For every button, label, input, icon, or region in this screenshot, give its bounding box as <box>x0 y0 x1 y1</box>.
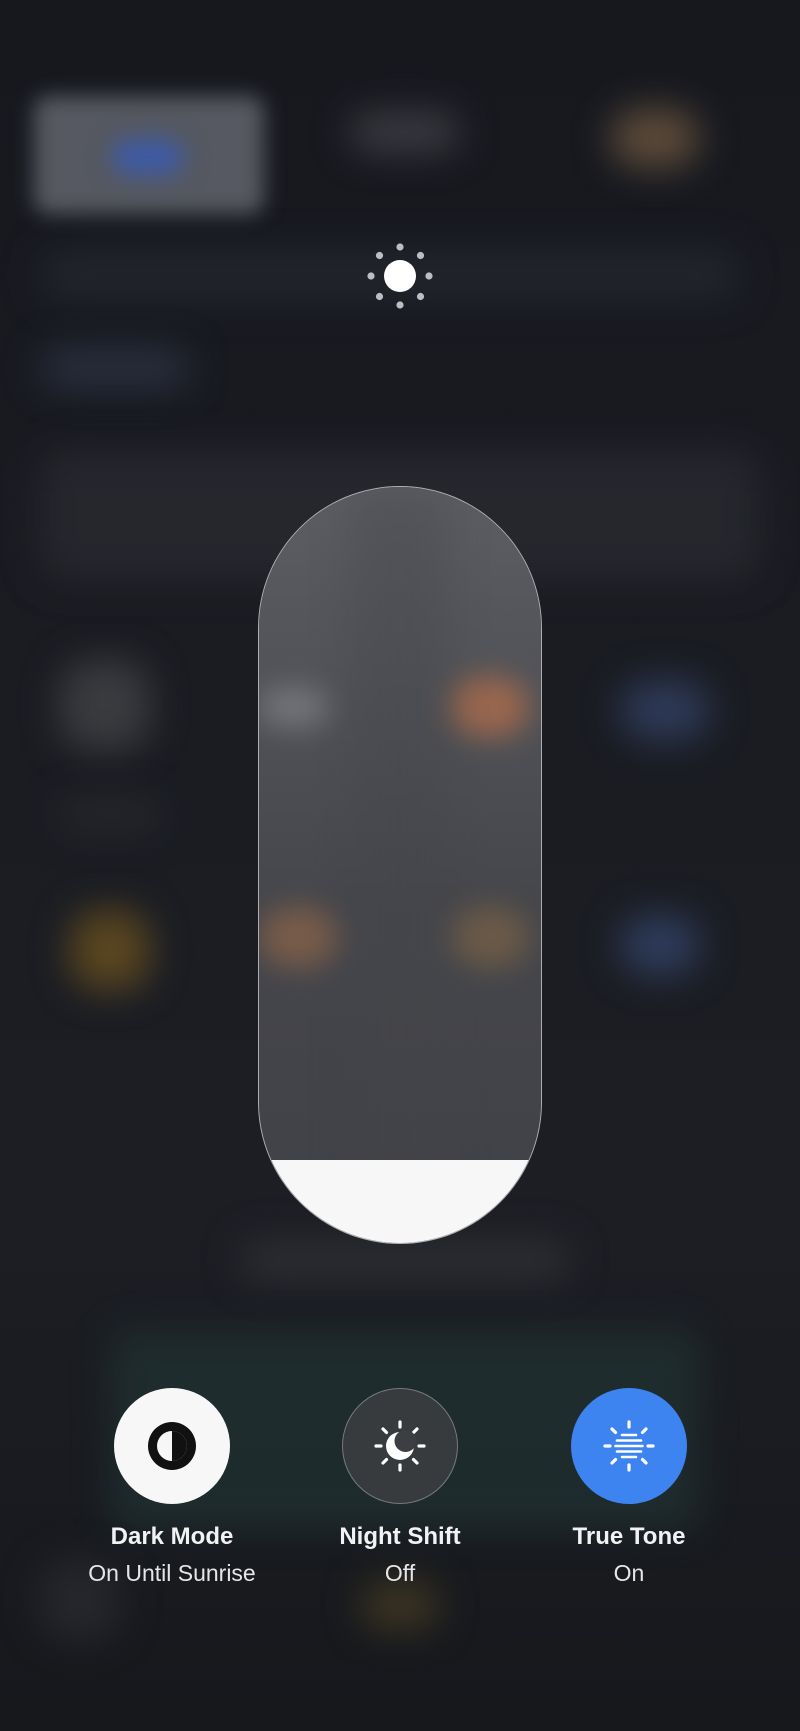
control-center-screen: Dark Mode On Until Sunrise Night Shift O… <box>0 0 800 1731</box>
night-shift-button[interactable] <box>342 1388 458 1504</box>
dark-mode-label: Dark Mode <box>110 1523 234 1550</box>
true-tone-control: True Tone On <box>514 1388 744 1588</box>
true-tone-label: True Tone <box>572 1523 686 1550</box>
dark-mode-control: Dark Mode On Until Sunrise <box>57 1388 287 1588</box>
slider-fill <box>259 1159 541 1243</box>
true-tone-button[interactable] <box>571 1388 687 1504</box>
night-shift-label: Night Shift <box>339 1523 461 1550</box>
night-shift-sun-moon-icon <box>370 1416 430 1476</box>
appearance-half-circle-icon <box>144 1418 200 1474</box>
dark-mode-status: On Until Sunrise <box>88 1560 256 1586</box>
dark-mode-button[interactable] <box>114 1388 230 1504</box>
true-tone-status: On <box>613 1560 645 1586</box>
night-shift-control: Night Shift Off <box>285 1388 515 1588</box>
night-shift-status: Off <box>384 1560 416 1586</box>
sun-icon <box>360 236 440 316</box>
brightness-slider[interactable] <box>258 486 542 1244</box>
true-tone-sun-icon <box>599 1416 659 1476</box>
